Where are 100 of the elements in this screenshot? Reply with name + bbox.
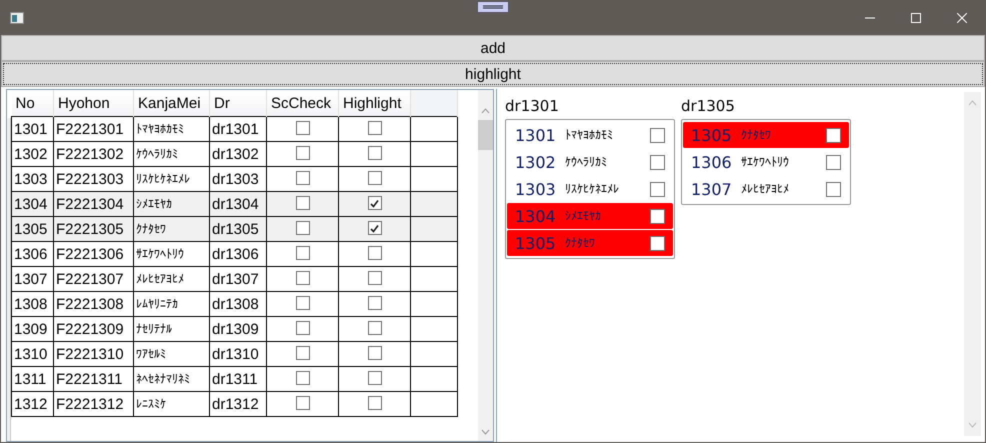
maximize-icon[interactable]: [911, 13, 921, 23]
table-row[interactable]: 1306 F2221306 ｻｴｹﾜﾍﾄﾘｳ dr1306: [12, 242, 458, 266]
group-title: dr1305: [681, 97, 736, 115]
checkbox[interactable]: [650, 236, 665, 250]
checkbox[interactable]: [368, 371, 382, 385]
column-header[interactable]: KanjaMei: [134, 90, 210, 116]
table-cell: dr1304: [210, 192, 266, 216]
checkbox[interactable]: [368, 171, 382, 185]
checkbox[interactable]: [826, 154, 841, 170]
list-item[interactable]: 1305 ｸﾅﾀｾﾜ: [683, 122, 849, 148]
checkbox[interactable]: [296, 296, 310, 310]
table-row[interactable]: 1301 F2221301 ﾄﾏﾔﾖﾎｶﾓﾐ dr1301: [12, 116, 458, 142]
scrollbar-thumb[interactable]: [478, 120, 493, 150]
checkbox[interactable]: [650, 154, 665, 170]
scroll-down-icon[interactable]: [481, 429, 490, 435]
table-row[interactable]: 1302 F2221302 ｹｳﾍﾗﾘｶﾐ dr1302: [12, 142, 458, 166]
checkbox[interactable]: [296, 396, 310, 410]
checkbox[interactable]: [650, 128, 665, 142]
checkbox[interactable]: [368, 146, 382, 160]
table-cell: [410, 242, 458, 266]
list-item[interactable]: 1306 ｻｴｹﾜﾍﾄﾘｳ: [683, 149, 849, 175]
table-cell: 1312: [12, 392, 54, 416]
table-cell: [410, 116, 458, 142]
table-cell: 1305: [12, 216, 54, 242]
list-item[interactable]: 1305 ｸﾅﾀｾﾜ: [507, 230, 673, 256]
toolbar-toggle-icon[interactable]: [477, 1, 509, 13]
table-cell: 1309: [12, 316, 54, 342]
table-row[interactable]: 1308 F2221308 ﾚﾑﾔﾘﾆﾃｶ dr1308: [12, 292, 458, 316]
table-cell: F2221311: [54, 366, 134, 392]
checkbox[interactable]: [826, 128, 841, 142]
checkbox[interactable]: [296, 196, 310, 210]
column-header[interactable]: Hyohon: [54, 90, 134, 116]
table-cell: [410, 266, 458, 292]
table-cell: F2221307: [54, 266, 134, 292]
table-cell: 1301: [12, 116, 54, 142]
checkbox[interactable]: [368, 346, 382, 360]
close-icon[interactable]: [957, 13, 967, 23]
table-cell: 1308: [12, 292, 54, 316]
checkbox[interactable]: [368, 246, 382, 260]
checkbox[interactable]: [368, 271, 382, 285]
table-row[interactable]: 1305 F2221305 ｸﾅﾀｾﾜ dr1305: [12, 216, 458, 242]
checkbox[interactable]: [826, 182, 841, 196]
table-cell: F2221308: [54, 292, 134, 316]
table-row[interactable]: 1310 F2221310 ﾜｱｾﾙﾐ dr1310: [12, 342, 458, 366]
item-name: ﾘｽｹﾋｹﾈｴﾒﾚ: [565, 182, 620, 196]
list-item[interactable]: 1307 ﾒﾚﾋｾｱﾖﾋﾒ: [683, 176, 849, 202]
table-cell: dr1311: [210, 366, 266, 392]
checkbox[interactable]: [296, 346, 310, 360]
checkbox[interactable]: [650, 182, 665, 196]
column-header[interactable]: ScCheck: [266, 90, 338, 116]
checkbox[interactable]: [368, 296, 382, 310]
table-row[interactable]: 1312 F2221312 ﾚﾆｽﾐｹ dr1312: [12, 392, 458, 416]
checkbox[interactable]: [296, 321, 310, 335]
checkbox[interactable]: [368, 321, 382, 335]
table-cell: dr1312: [210, 392, 266, 416]
column-header[interactable]: Dr: [210, 90, 266, 116]
scroll-up-icon[interactable]: [481, 108, 490, 114]
table-cell: 1310: [12, 342, 54, 366]
highlight-button[interactable]: highlight: [1, 61, 985, 87]
table-cell: dr1308: [210, 292, 266, 316]
checkbox[interactable]: [296, 221, 310, 235]
item-number: 1306: [691, 152, 731, 172]
column-header[interactable]: No: [12, 90, 54, 116]
item-number: 1302: [515, 152, 555, 172]
list-item[interactable]: 1301 ﾄﾏﾔﾖﾎｶﾓﾐ: [507, 122, 673, 148]
scrollbar[interactable]: [478, 90, 493, 441]
checkbox[interactable]: [368, 196, 382, 210]
table-cell: ｹｳﾍﾗﾘｶﾐ: [134, 142, 210, 166]
list-item[interactable]: 1304 ｼﾒｴﾓﾔｶ: [507, 203, 673, 229]
checkbox[interactable]: [368, 221, 382, 235]
column-header[interactable]: Highlight: [338, 90, 410, 116]
checkbox[interactable]: [296, 371, 310, 385]
checkbox[interactable]: [296, 246, 310, 260]
table-cell: ﾅｾﾘﾃﾅﾙ: [134, 316, 210, 342]
item-number: 1301: [515, 126, 555, 144]
checkbox[interactable]: [296, 171, 310, 185]
table-cell: ﾒﾚﾋｾｱﾖﾋﾒ: [134, 266, 210, 292]
checkbox[interactable]: [368, 121, 382, 135]
table-row[interactable]: 1311 F2221311 ﾈﾍｾﾈﾅﾏﾘﾈﾐ dr1311: [12, 366, 458, 392]
checkbox[interactable]: [296, 121, 310, 135]
table-row[interactable]: 1304 F2221304 ｼﾒｴﾓﾔｶ dr1304: [12, 192, 458, 216]
list-item[interactable]: 1303 ﾘｽｹﾋｹﾈｴﾒﾚ: [507, 176, 673, 202]
checkbox[interactable]: [650, 208, 665, 224]
table-row[interactable]: 1307 F2221307 ﾒﾚﾋｾｱﾖﾋﾒ dr1307: [12, 266, 458, 292]
table-cell: dr1301: [210, 116, 266, 142]
table-cell: ﾚﾑﾔﾘﾆﾃｶ: [134, 292, 210, 316]
table-cell: ﾜｱｾﾙﾐ: [134, 342, 210, 366]
table-cell: dr1310: [210, 342, 266, 366]
list-item[interactable]: 1302 ｹｳﾍﾗﾘｶﾐ: [507, 149, 673, 175]
checkbox[interactable]: [296, 146, 310, 160]
add-button[interactable]: add: [1, 35, 985, 61]
table-cell: F2221306: [54, 242, 134, 266]
table-cell: dr1302: [210, 142, 266, 166]
table-cell: [410, 216, 458, 242]
item-number: 1305: [691, 126, 731, 144]
checkbox[interactable]: [296, 271, 310, 285]
item-name: ｸﾅﾀｾﾜ: [741, 128, 772, 142]
item-name: ｻｴｹﾜﾍﾄﾘｳ: [741, 155, 790, 169]
checkbox[interactable]: [368, 396, 382, 410]
table-row[interactable]: 1309 F2221309 ﾅｾﾘﾃﾅﾙ dr1309: [12, 316, 458, 342]
